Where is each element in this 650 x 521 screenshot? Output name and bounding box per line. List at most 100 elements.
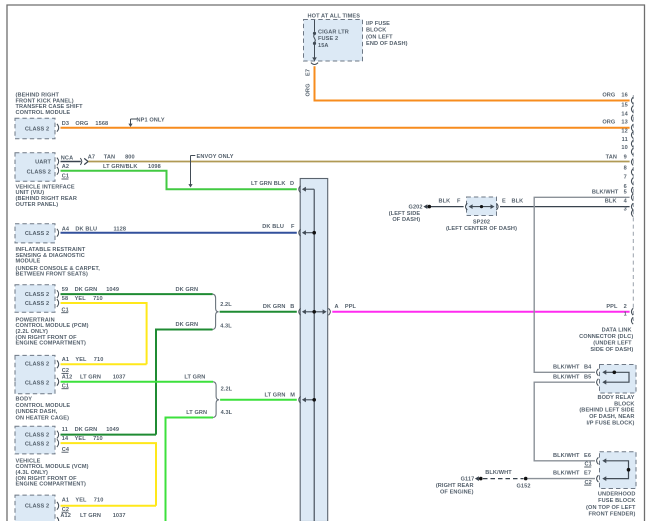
svg-text:CLASS 2: CLASS 2	[25, 433, 49, 439]
svg-text:OF DASH, NEAR: OF DASH, NEAR	[589, 414, 634, 420]
svg-text:A2: A2	[62, 164, 69, 170]
svg-text:DK BLU: DK BLU	[262, 224, 284, 230]
svg-text:CLASS 2: CLASS 2	[25, 361, 49, 367]
svg-text:A12: A12	[60, 513, 71, 519]
svg-text:PPL: PPL	[345, 304, 357, 310]
svg-text:1049: 1049	[106, 427, 119, 433]
svg-text:CONTROL MODULE: CONTROL MODULE	[16, 403, 71, 409]
svg-text:4.3L: 4.3L	[220, 323, 232, 329]
svg-text:YEL: YEL	[75, 498, 87, 504]
svg-text:(UNDER DASH,: (UNDER DASH,	[16, 409, 58, 415]
svg-text:UNDERHOOD: UNDERHOOD	[598, 491, 636, 497]
svg-text:YEL: YEL	[75, 357, 87, 363]
svg-text:BLK: BLK	[439, 199, 451, 205]
svg-text:CLASS 2: CLASS 2	[25, 126, 49, 132]
svg-text:LT GRN: LT GRN	[80, 375, 101, 381]
svg-text:BLK/WHT: BLK/WHT	[553, 453, 580, 459]
svg-text:BETWEEN FRONT SEATS): BETWEEN FRONT SEATS)	[16, 272, 88, 278]
svg-text:ORG: ORG	[602, 93, 615, 99]
svg-text:B5: B5	[584, 375, 591, 381]
svg-text:G202: G202	[409, 205, 423, 211]
svg-text:710: 710	[94, 498, 104, 504]
svg-text:1568: 1568	[95, 121, 108, 127]
svg-text:(LEFT CENTER OF DASH): (LEFT CENTER OF DASH)	[446, 226, 517, 232]
svg-text:LT GRN: LT GRN	[186, 410, 207, 416]
svg-text:A1: A1	[62, 357, 69, 363]
svg-text:E7: E7	[584, 471, 591, 477]
svg-text:CLASS 2: CLASS 2	[25, 442, 49, 448]
svg-text:CLASS 2: CLASS 2	[25, 292, 49, 298]
svg-text:710: 710	[93, 296, 103, 302]
svg-text:1037: 1037	[113, 513, 126, 519]
svg-text:A4: A4	[62, 226, 70, 232]
svg-text:OF ENGINE): OF ENGINE)	[440, 489, 474, 495]
svg-text:LT GRN: LT GRN	[184, 375, 205, 381]
svg-text:2: 2	[624, 304, 627, 310]
svg-text:ENVOY ONLY: ENVOY ONLY	[197, 154, 234, 160]
svg-text:TAN: TAN	[104, 154, 115, 160]
svg-text:1037: 1037	[113, 375, 126, 381]
svg-text:BLK/WHT: BLK/WHT	[485, 470, 512, 476]
svg-text:I/P FUSE: I/P FUSE	[366, 21, 390, 27]
svg-text:DATA LINK: DATA LINK	[602, 328, 632, 334]
svg-text:D3: D3	[62, 121, 69, 127]
svg-text:MODULE: MODULE	[16, 259, 41, 265]
svg-text:OF DASH): OF DASH)	[392, 217, 420, 223]
svg-text:E6: E6	[584, 453, 591, 459]
svg-text:LT GRN BLK: LT GRN BLK	[251, 181, 285, 187]
svg-text:59: 59	[62, 287, 68, 293]
svg-text:ON HEATER CAGE): ON HEATER CAGE)	[16, 415, 70, 421]
svg-text:15A: 15A	[318, 43, 329, 49]
svg-text:A12: A12	[62, 375, 73, 381]
svg-text:I/P FUSE BLOCK): I/P FUSE BLOCK)	[586, 421, 634, 427]
svg-text:LT GRN: LT GRN	[264, 393, 285, 399]
svg-text:TAN: TAN	[606, 154, 617, 160]
svg-text:2.2L: 2.2L	[220, 302, 232, 308]
svg-text:(RIGHT REAR: (RIGHT REAR	[436, 483, 474, 489]
svg-text:BODY RELAY: BODY RELAY	[597, 395, 634, 401]
svg-text:3: 3	[624, 207, 627, 213]
svg-text:(UNDER LEFT: (UNDER LEFT	[593, 341, 632, 347]
svg-text:BLK/WHT: BLK/WHT	[553, 375, 580, 381]
svg-text:CONTROL MODULE: CONTROL MODULE	[16, 110, 71, 116]
svg-text:E: E	[502, 199, 506, 205]
svg-text:BLK: BLK	[512, 199, 524, 205]
svg-text:NP1 ONLY: NP1 ONLY	[137, 117, 165, 123]
svg-text:G117: G117	[461, 477, 475, 483]
svg-text:9: 9	[624, 154, 627, 160]
svg-text:710: 710	[93, 436, 103, 442]
svg-text:M: M	[290, 393, 295, 399]
svg-text:BLK/WHT: BLK/WHT	[592, 189, 619, 195]
svg-text:B: B	[290, 304, 294, 310]
svg-text:LT GRN: LT GRN	[80, 513, 101, 519]
svg-text:710: 710	[94, 357, 104, 363]
svg-text:CLASS 2: CLASS 2	[25, 301, 49, 307]
svg-text:YEL: YEL	[75, 296, 87, 302]
svg-text:2.2L: 2.2L	[221, 386, 233, 392]
svg-text:BLOCK: BLOCK	[614, 401, 634, 407]
svg-text:BLOCK: BLOCK	[366, 28, 386, 34]
svg-text:NCA: NCA	[61, 155, 73, 161]
svg-text:8: 8	[624, 165, 627, 171]
svg-text:14: 14	[62, 436, 69, 442]
svg-text:CLASS 2: CLASS 2	[25, 231, 49, 237]
svg-text:14: 14	[621, 112, 628, 118]
svg-text:UART: UART	[35, 160, 51, 166]
svg-text:BLK/WHT: BLK/WHT	[553, 365, 580, 371]
svg-text:(ON LEFT: (ON LEFT	[366, 34, 393, 40]
svg-text:CLASS 2: CLASS 2	[25, 504, 49, 510]
svg-text:A1: A1	[62, 498, 69, 504]
svg-text:CONNECTOR (DLC): CONNECTOR (DLC)	[579, 334, 633, 340]
svg-text:1098: 1098	[148, 164, 161, 170]
svg-text:DK BLU: DK BLU	[75, 226, 97, 232]
svg-text:ORG: ORG	[602, 119, 615, 125]
svg-text:B4: B4	[584, 365, 592, 371]
svg-text:BODY: BODY	[16, 397, 33, 403]
svg-text:ORG: ORG	[306, 83, 312, 96]
svg-text:PPL: PPL	[606, 304, 618, 310]
svg-text:ENGINE COMPARTMENT): ENGINE COMPARTMENT)	[16, 482, 87, 488]
svg-text:DK GRN: DK GRN	[75, 427, 98, 433]
svg-text:1128: 1128	[114, 226, 127, 232]
svg-text:12: 12	[621, 128, 627, 134]
svg-text:BLK/WHT: BLK/WHT	[553, 471, 580, 477]
